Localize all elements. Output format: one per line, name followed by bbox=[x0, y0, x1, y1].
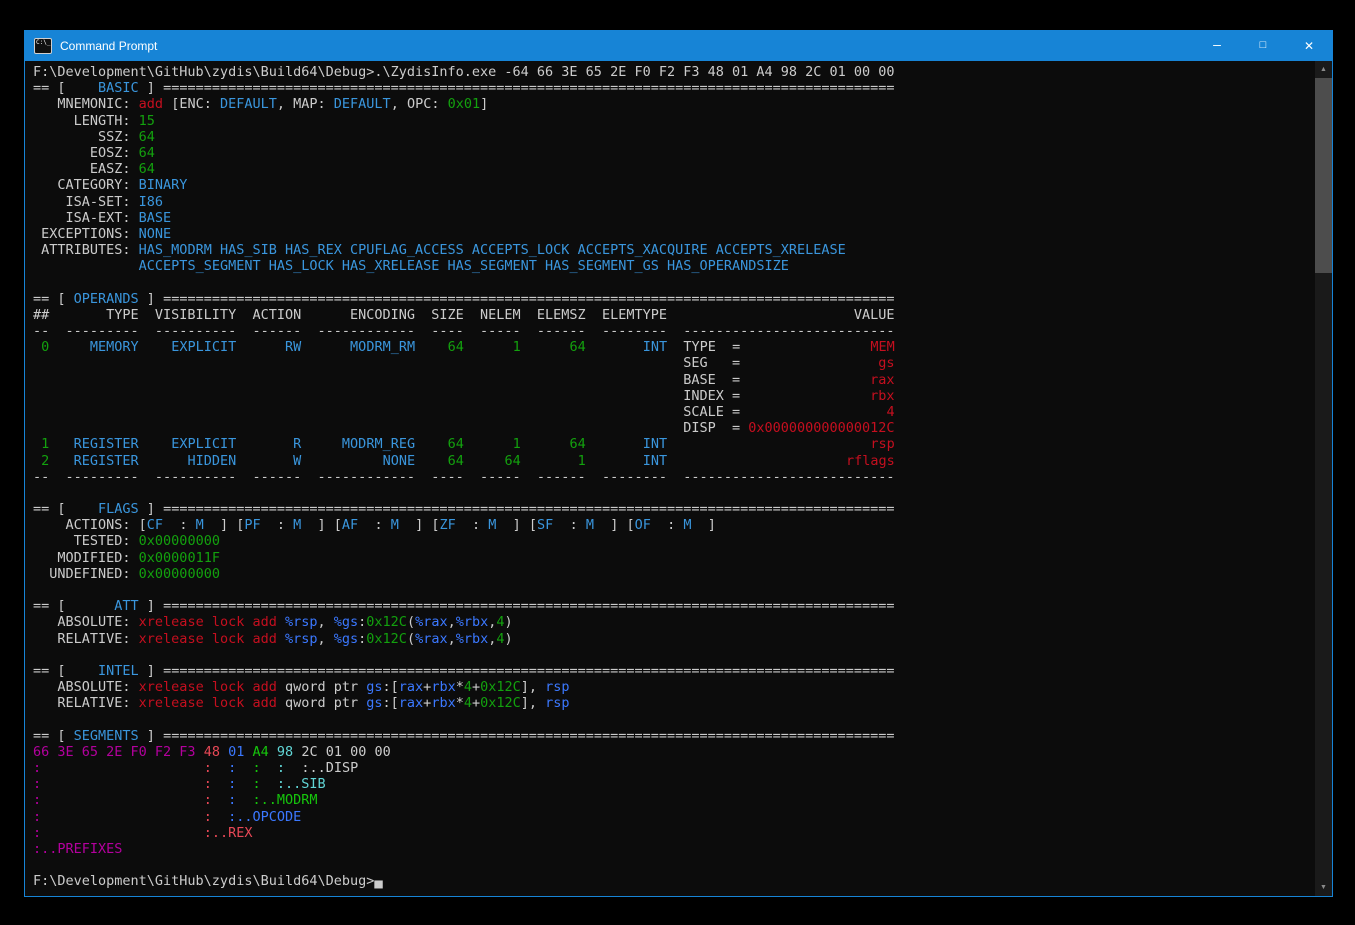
scrollbar[interactable]: ▲ ▼ bbox=[1315, 61, 1332, 896]
console-line bbox=[33, 647, 1332, 663]
console-line: LENGTH: 15 bbox=[33, 113, 1332, 129]
console-line bbox=[33, 712, 1332, 728]
console-line: -- --------- ---------- ------ ---------… bbox=[33, 469, 1332, 485]
window-title: Command Prompt bbox=[60, 39, 157, 53]
console-line: ABSOLUTE: xrelease lock add qword ptr gs… bbox=[33, 679, 1332, 695]
console-line bbox=[33, 274, 1332, 290]
console-line bbox=[33, 857, 1332, 873]
console-line: :..PREFIXES bbox=[33, 841, 1332, 857]
console-line: ACCEPTS_SEGMENT HAS_LOCK HAS_XRELEASE HA… bbox=[33, 258, 1332, 274]
console-line: INDEX = rbx bbox=[33, 388, 1332, 404]
scroll-up-button[interactable]: ▲ bbox=[1315, 61, 1332, 78]
console-line: RELATIVE: xrelease lock add qword ptr gs… bbox=[33, 695, 1332, 711]
console-line: == [ OPERANDS ] ========================… bbox=[33, 291, 1332, 307]
close-icon: ✕ bbox=[1304, 39, 1314, 53]
console-line: F:\Development\GitHub\zydis\Build64\Debu… bbox=[33, 873, 1332, 889]
console-line: F:\Development\GitHub\zydis\Build64\Debu… bbox=[33, 64, 1332, 80]
scroll-down-button[interactable]: ▼ bbox=[1315, 879, 1332, 896]
console-line bbox=[33, 582, 1332, 598]
console-line: : : : : :..SIB bbox=[33, 776, 1332, 792]
scrollbar-thumb[interactable] bbox=[1315, 78, 1332, 273]
console-line: 1 REGISTER EXPLICIT R MODRM_REG 64 1 64 … bbox=[33, 436, 1332, 452]
console-line: : :..REX bbox=[33, 825, 1332, 841]
console-line: DISP = 0x000000000000012C bbox=[33, 420, 1332, 436]
maximize-button[interactable]: □ bbox=[1240, 31, 1286, 61]
console-line: SCALE = 4 bbox=[33, 404, 1332, 420]
console-line: ## TYPE VISIBILITY ACTION ENCODING SIZE … bbox=[33, 307, 1332, 323]
console-line: ISA-EXT: BASE bbox=[33, 210, 1332, 226]
minimize-button[interactable]: – bbox=[1194, 31, 1240, 61]
console-line: ACTIONS: [CF : M ] [PF : M ] [AF : M ] [… bbox=[33, 517, 1332, 533]
cmd-icon-label: C:\_ bbox=[35, 39, 50, 46]
console-line: 0 MEMORY EXPLICIT RW MODRM_RM 64 1 64 IN… bbox=[33, 339, 1332, 355]
console-line bbox=[33, 485, 1332, 501]
console-line: 2 REGISTER HIDDEN W NONE 64 64 1 INT rfl… bbox=[33, 453, 1332, 469]
console-line: ATTRIBUTES: HAS_MODRM HAS_SIB HAS_REX CP… bbox=[33, 242, 1332, 258]
console-line: ABSOLUTE: xrelease lock add %rsp, %gs:0x… bbox=[33, 614, 1332, 630]
console-line: == [ INTEL ] ===========================… bbox=[33, 663, 1332, 679]
console-line: UNDEFINED: 0x00000000 bbox=[33, 566, 1332, 582]
desktop: C:\_ Command Prompt – □ ✕ F:\Development… bbox=[0, 0, 1355, 925]
console-line: == [ SEGMENTS ] ========================… bbox=[33, 728, 1332, 744]
console-line: : : : : : :..DISP bbox=[33, 760, 1332, 776]
console-line: CATEGORY: BINARY bbox=[33, 177, 1332, 193]
cursor-block: ▄ bbox=[374, 873, 382, 889]
scroll-up-icon: ▲ bbox=[1320, 66, 1327, 73]
console-viewport[interactable]: F:\Development\GitHub\zydis\Build64\Debu… bbox=[25, 61, 1332, 896]
console-line: == [ FLAGS ] ===========================… bbox=[33, 501, 1332, 517]
close-button[interactable]: ✕ bbox=[1286, 31, 1332, 61]
console-line: == [ ATT ] =============================… bbox=[33, 598, 1332, 614]
console-output: F:\Development\GitHub\zydis\Build64\Debu… bbox=[25, 61, 1332, 890]
console-line: RELATIVE: xrelease lock add %rsp, %gs:0x… bbox=[33, 631, 1332, 647]
console-line: EASZ: 64 bbox=[33, 161, 1332, 177]
scroll-down-icon: ▼ bbox=[1320, 884, 1327, 891]
console-line: : : : :..MODRM bbox=[33, 792, 1332, 808]
console-line: -- --------- ---------- ------ ---------… bbox=[33, 323, 1332, 339]
console-line: TESTED: 0x00000000 bbox=[33, 533, 1332, 549]
console-line: EXCEPTIONS: NONE bbox=[33, 226, 1332, 242]
maximize-icon: □ bbox=[1260, 39, 1267, 51]
console-line: 66 3E 65 2E F0 F2 F3 48 01 A4 98 2C 01 0… bbox=[33, 744, 1332, 760]
console-line: ISA-SET: I86 bbox=[33, 194, 1332, 210]
command-prompt-window: C:\_ Command Prompt – □ ✕ F:\Development… bbox=[24, 30, 1333, 897]
console-line: BASE = rax bbox=[33, 372, 1332, 388]
console-line: SEG = gs bbox=[33, 355, 1332, 371]
console-line: MODIFIED: 0x0000011F bbox=[33, 550, 1332, 566]
title-bar[interactable]: C:\_ Command Prompt – □ ✕ bbox=[25, 31, 1332, 61]
console-line: SSZ: 64 bbox=[33, 129, 1332, 145]
console-line: EOSZ: 64 bbox=[33, 145, 1332, 161]
console-line: == [ BASIC ] ===========================… bbox=[33, 80, 1332, 96]
console-line: MNEMONIC: add [ENC: DEFAULT, MAP: DEFAUL… bbox=[33, 96, 1332, 112]
cmd-icon: C:\_ bbox=[34, 38, 52, 54]
console-line: : : :..OPCODE bbox=[33, 809, 1332, 825]
minimize-icon: – bbox=[1213, 36, 1221, 52]
